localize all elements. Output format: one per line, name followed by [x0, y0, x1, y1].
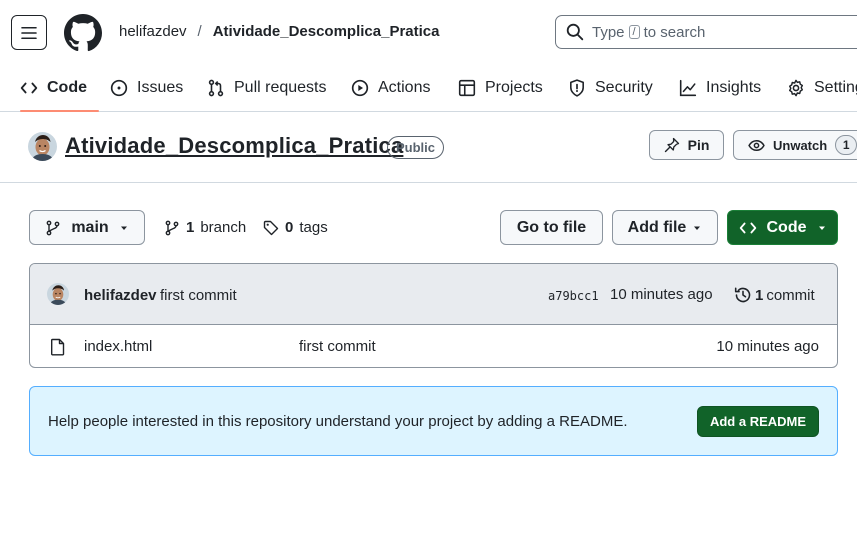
file-row: index.html first commit 10 minutes ago [30, 325, 837, 367]
pin-icon [664, 137, 679, 153]
repo-title[interactable]: Atividade_Descomplica_Pratica [65, 133, 403, 159]
git-branch-icon [165, 220, 179, 235]
play-icon [351, 79, 369, 96]
tab-settings[interactable]: Settings [787, 64, 857, 111]
triangle-down-icon [120, 226, 127, 230]
breadcrumb: helifazdev / Atividade_Descomplica_Prati… [119, 23, 440, 40]
branch-count: 1 [186, 219, 195, 236]
file-list: helifazdev first commit a79bcc1 10 minut… [29, 263, 838, 368]
git-pull-request-icon [208, 79, 224, 96]
add-readme-button[interactable]: Add a README [697, 406, 819, 437]
readme-prompt-banner: Help people interested in this repositor… [29, 386, 838, 456]
top-header: helifazdev / Atividade_Descomplica_Prati… [0, 0, 857, 64]
tab-label: Insights [706, 78, 762, 96]
code-button-label: Code [766, 218, 807, 236]
hamburger-icon [21, 26, 37, 39]
tab-label: Settings [814, 78, 857, 96]
repository-header: Atividade_Descomplica_Pratica Public Pin… [0, 112, 857, 183]
search-icon [566, 23, 584, 41]
commit-sha[interactable]: a79bcc1 [548, 289, 599, 303]
tab-code[interactable]: Code [20, 64, 99, 112]
code-icon [20, 82, 38, 93]
git-branch-icon [46, 220, 60, 235]
file-name[interactable]: index.html [84, 338, 152, 355]
breadcrumb-separator: / [197, 23, 202, 40]
tags-link[interactable]: 0 tags [263, 219, 328, 236]
file-icon [51, 338, 65, 356]
search-placeholder-suffix: to search [643, 23, 706, 41]
owner-avatar[interactable] [28, 132, 57, 161]
search-input[interactable]: Type / to search [555, 15, 857, 49]
history-icon [734, 287, 751, 303]
add-file-button[interactable]: Add file [612, 210, 718, 245]
triangle-down-icon [818, 226, 825, 230]
branch-count-label: branch [200, 219, 247, 236]
repo-nav-tabs: Code Issues Pull requests Actions Projec… [0, 64, 857, 112]
eye-icon [748, 139, 765, 151]
branches-link[interactable]: 1 branch [164, 219, 246, 236]
code-icon [739, 222, 756, 233]
tag-icon [263, 220, 279, 235]
breadcrumb-repo[interactable]: Atividade_Descomplica_Pratica [213, 23, 440, 40]
commit-count-label: commit [766, 286, 815, 304]
tab-label: Issues [137, 78, 184, 96]
commit-history-link[interactable]: 1 commit [734, 286, 815, 304]
search-placeholder-prefix: Type [592, 23, 625, 41]
tab-security[interactable]: Security [568, 64, 653, 111]
code-button[interactable]: Code [727, 210, 838, 245]
file-commit-time: 10 minutes ago [716, 338, 819, 355]
commit-message[interactable]: first commit [160, 287, 237, 304]
commit-author[interactable]: helifazdev [84, 287, 157, 304]
tab-label: Security [595, 78, 653, 96]
tab-label: Actions [378, 78, 431, 96]
search-shortcut-key: / [628, 25, 640, 39]
tab-actions[interactable]: Actions [351, 64, 430, 111]
visibility-badge: Public [387, 136, 445, 159]
pin-button[interactable]: Pin [649, 130, 724, 160]
graph-icon [679, 79, 697, 96]
commit-time: 10 minutes ago [610, 286, 713, 303]
tag-count-label: tags [299, 219, 328, 236]
branch-name: main [71, 218, 109, 236]
branch-select-button[interactable]: main [29, 210, 145, 245]
go-to-file-button[interactable]: Go to file [500, 210, 603, 245]
readme-prompt-text: Help people interested in this repositor… [48, 413, 628, 430]
menu-button[interactable] [11, 15, 47, 50]
commit-count: 1 [755, 286, 764, 304]
tab-projects[interactable]: Projects [458, 64, 543, 111]
file-commit-message[interactable]: first commit [299, 338, 376, 355]
triangle-down-icon [694, 226, 701, 230]
shield-icon [570, 78, 584, 97]
gear-icon [788, 79, 804, 96]
unwatch-button[interactable]: Unwatch 1 [733, 130, 857, 160]
tab-pull-requests[interactable]: Pull requests [207, 64, 327, 111]
pin-label: Pin [687, 137, 710, 153]
tab-label: Pull requests [234, 78, 327, 96]
issue-opened-icon [110, 79, 128, 96]
github-logo-icon[interactable] [64, 14, 102, 52]
latest-commit-row: helifazdev first commit a79bcc1 10 minut… [30, 264, 837, 325]
breadcrumb-owner[interactable]: helifazdev [119, 23, 187, 40]
tab-label: Projects [485, 78, 543, 96]
tab-label: Code [47, 78, 87, 96]
commit-author-avatar[interactable] [47, 283, 69, 305]
watch-count: 1 [835, 135, 857, 155]
add-file-label: Add file [627, 218, 687, 236]
tab-issues[interactable]: Issues [110, 64, 183, 111]
go-to-file-label: Go to file [516, 218, 587, 236]
table-icon [458, 79, 476, 96]
tag-count: 0 [285, 219, 294, 236]
tab-insights[interactable]: Insights [679, 64, 761, 111]
unwatch-label: Unwatch [773, 137, 828, 153]
